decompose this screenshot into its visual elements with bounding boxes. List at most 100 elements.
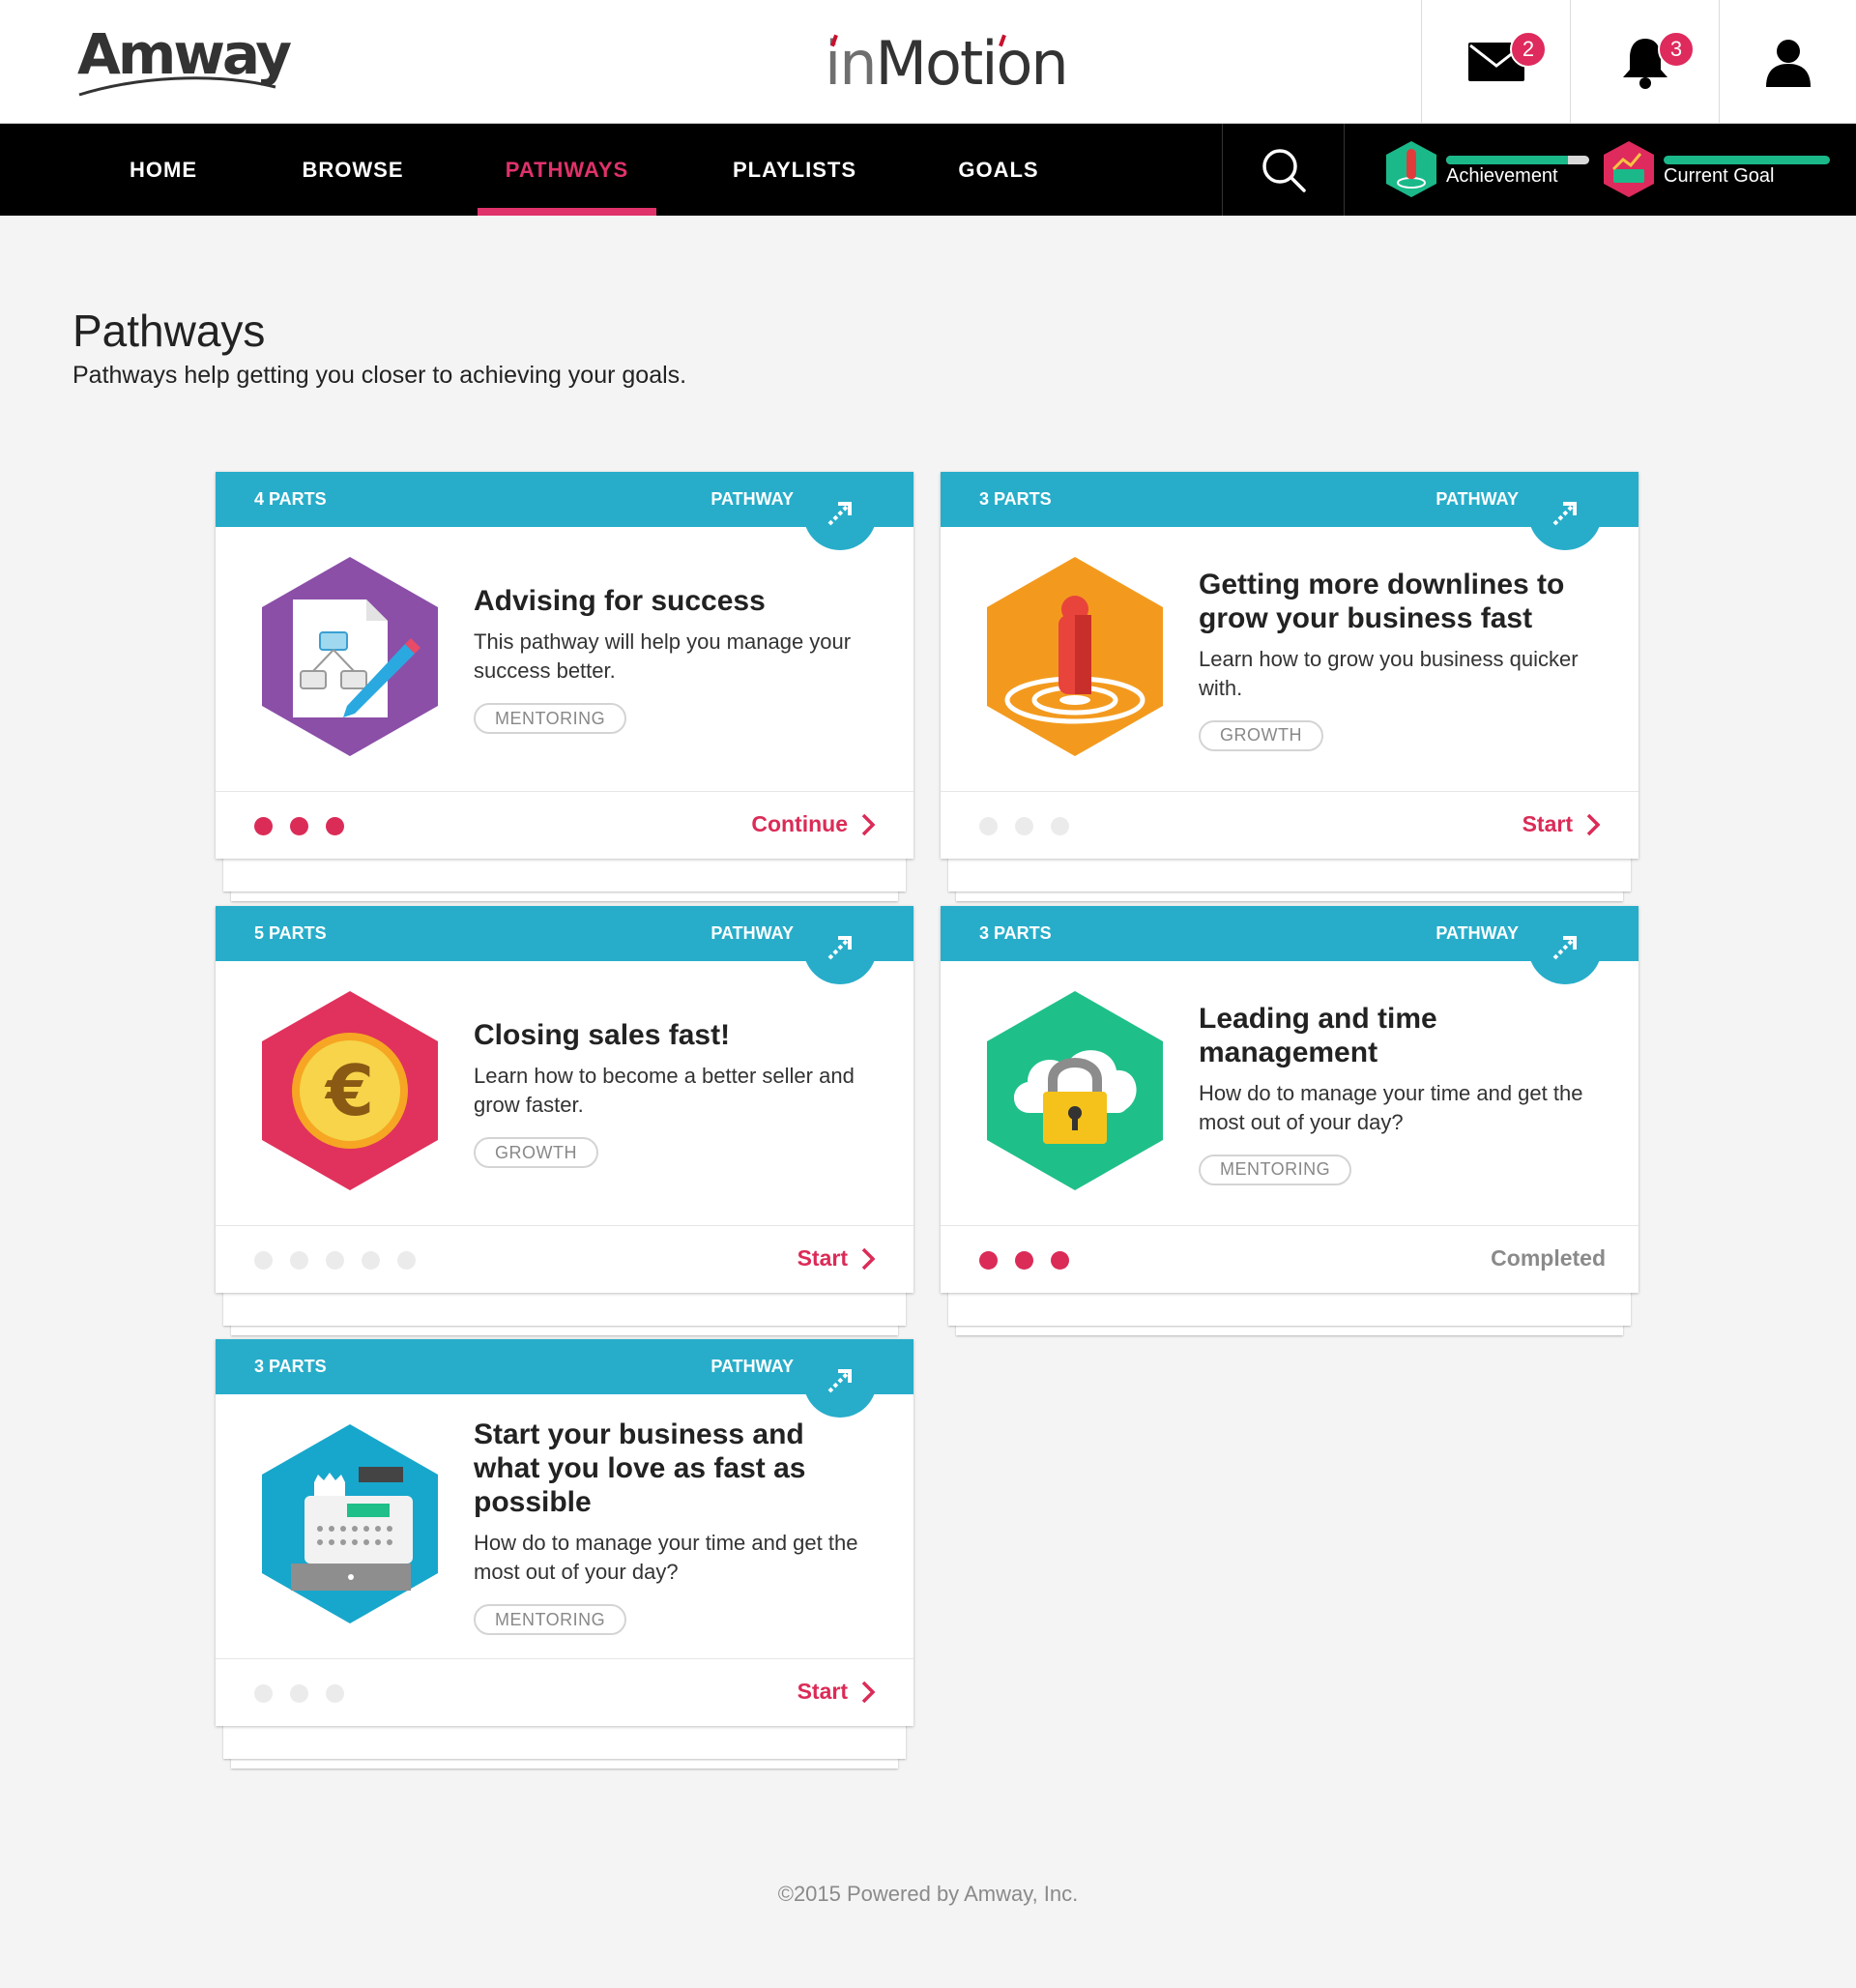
card-action-label: Start bbox=[797, 1245, 848, 1271]
card-parts-count: 3 PARTS bbox=[979, 923, 1052, 943]
pathway-card[interactable]: 5 PARTS PATHWAY € Closing sales fast! Le… bbox=[216, 906, 914, 1293]
card-category-tag[interactable]: MENTORING bbox=[474, 1604, 627, 1635]
pathway-card-2: 5 PARTS PATHWAY € Closing sales fast! Le… bbox=[216, 906, 914, 1335]
progress-dots bbox=[979, 817, 1069, 835]
search-button[interactable] bbox=[1223, 124, 1344, 216]
page-title: Pathways bbox=[72, 306, 266, 356]
progress-dot bbox=[979, 1251, 998, 1270]
start-button[interactable]: Start bbox=[798, 1245, 875, 1272]
pathway-card[interactable]: 3 PARTS PATHWAY Getting more downlines t… bbox=[941, 472, 1638, 859]
person-on-target-icon bbox=[987, 557, 1163, 756]
card-body: Leading and time management How do to ma… bbox=[1199, 906, 1595, 1225]
chevron-right-icon bbox=[861, 1681, 875, 1703]
card-title: Start your business and what you love as… bbox=[474, 1418, 806, 1518]
top-header: Amway inMotion 2 3 bbox=[0, 0, 1856, 124]
page-subtitle: Pathways help getting you closer to achi… bbox=[72, 362, 687, 389]
progress-dot bbox=[326, 817, 344, 835]
card-category-tag[interactable]: MENTORING bbox=[474, 703, 627, 734]
card-footer: Continue bbox=[216, 791, 914, 859]
card-parts-count: 3 PARTS bbox=[979, 489, 1052, 509]
card-description: Learn how to become a better seller and … bbox=[474, 1064, 855, 1117]
achievement-progress-bar bbox=[1446, 156, 1589, 164]
pathway-card-0: 4 PARTS PATHWAY Advising for success Thi… bbox=[216, 472, 914, 901]
card-action-label: Start bbox=[797, 1679, 848, 1704]
nav-pathways[interactable]: PATHWAYS bbox=[478, 124, 656, 216]
messages-count-badge: 2 bbox=[1510, 31, 1547, 68]
progress-dot bbox=[1051, 817, 1069, 835]
messages-button[interactable]: 2 bbox=[1421, 0, 1570, 123]
card-description: This pathway will help you manage your s… bbox=[474, 629, 852, 683]
card-body: Start your business and what you love as… bbox=[474, 1339, 870, 1658]
nav-divider bbox=[1344, 124, 1345, 216]
document-flowchart-pencil-icon bbox=[262, 557, 438, 756]
current-goal-badge-icon bbox=[1604, 141, 1654, 197]
amway-logo[interactable]: Amway bbox=[77, 23, 292, 97]
footer-copyright: ©2015 Powered by Amway, Inc. bbox=[777, 1882, 1079, 1906]
achievement-progress-fill bbox=[1446, 156, 1568, 164]
progress-dots bbox=[979, 1251, 1069, 1270]
achievement-badge-icon bbox=[1386, 141, 1436, 197]
search-icon bbox=[1262, 148, 1306, 192]
achievement-label: Achievement bbox=[1446, 164, 1558, 187]
main-nav: HOME BROWSE PATHWAYS PLAYLISTS GOALS bbox=[0, 124, 1856, 216]
card-parts-count: 3 PARTS bbox=[254, 1357, 327, 1376]
card-parts-count: 5 PARTS bbox=[254, 923, 327, 943]
nav-browse[interactable]: BROWSE bbox=[290, 124, 416, 216]
progress-dot bbox=[979, 817, 998, 835]
card-body: Getting more downlines to grow your busi… bbox=[1199, 472, 1595, 791]
pathway-card[interactable]: 3 PARTS PATHWAY Leading and time managem… bbox=[941, 906, 1638, 1293]
card-footer: Start bbox=[941, 791, 1638, 859]
progress-dot bbox=[290, 1251, 308, 1270]
card-category-tag[interactable]: GROWTH bbox=[474, 1137, 598, 1168]
nav-home[interactable]: HOME bbox=[114, 124, 213, 216]
current-goal-progress[interactable]: Current Goal bbox=[1602, 138, 1830, 200]
svg-text:€: € bbox=[324, 1050, 374, 1131]
card-action-label: Continue bbox=[751, 811, 848, 836]
card-footer: Start bbox=[216, 1658, 914, 1726]
progress-dot bbox=[254, 1251, 273, 1270]
euro-coin-icon: € bbox=[262, 991, 438, 1190]
completed-status: Completed bbox=[1491, 1245, 1606, 1271]
pathway-card-3: 3 PARTS PATHWAY Leading and time managem… bbox=[941, 906, 1638, 1335]
card-title: Leading and time management bbox=[1199, 1002, 1437, 1068]
progress-dot bbox=[362, 1251, 380, 1270]
card-footer: Start bbox=[216, 1225, 914, 1293]
nav-goals[interactable]: GOALS bbox=[950, 124, 1047, 216]
chevron-right-icon bbox=[1586, 813, 1600, 835]
notifications-button[interactable]: 3 bbox=[1570, 0, 1719, 123]
progress-dot bbox=[254, 1684, 273, 1703]
card-title: Closing sales fast! bbox=[474, 1019, 731, 1051]
current-goal-progress-bar bbox=[1664, 156, 1830, 164]
notifications-count-badge: 3 bbox=[1658, 31, 1695, 68]
chevron-right-icon bbox=[861, 813, 875, 835]
pathway-card[interactable]: 3 PARTS PATHWAY Start your business and … bbox=[216, 1339, 914, 1726]
progress-dot bbox=[397, 1251, 416, 1270]
progress-dot bbox=[1015, 1251, 1033, 1270]
pathway-card[interactable]: 4 PARTS PATHWAY Advising for success Thi… bbox=[216, 472, 914, 859]
continue-button[interactable]: Continue bbox=[751, 811, 875, 837]
achievement-progress[interactable]: Achievement bbox=[1384, 138, 1589, 200]
amway-swoosh-icon bbox=[78, 76, 276, 97]
inmotion-logo: inMotion bbox=[825, 25, 1069, 102]
card-description: Learn how to grow you business quicker w… bbox=[1199, 646, 1579, 700]
chevron-right-icon bbox=[861, 1247, 875, 1270]
current-goal-progress-fill bbox=[1664, 156, 1830, 164]
current-goal-label: Current Goal bbox=[1664, 164, 1775, 187]
card-description: How do to manage your time and get the m… bbox=[474, 1531, 858, 1584]
progress-dot bbox=[326, 1684, 344, 1703]
nav-playlists[interactable]: PLAYLISTS bbox=[727, 124, 862, 216]
cash-register-icon bbox=[262, 1424, 438, 1623]
start-button[interactable]: Start bbox=[1522, 811, 1600, 837]
card-body: Advising for success This pathway will h… bbox=[474, 472, 870, 791]
user-icon bbox=[1765, 39, 1811, 87]
pathway-card-4: 3 PARTS PATHWAY Start your business and … bbox=[216, 1339, 914, 1769]
progress-dots bbox=[254, 817, 344, 835]
start-button[interactable]: Start bbox=[798, 1679, 875, 1705]
card-action-label: Start bbox=[1522, 811, 1573, 836]
card-category-tag[interactable]: MENTORING bbox=[1199, 1154, 1352, 1185]
card-body: Closing sales fast! Learn how to become … bbox=[474, 906, 870, 1225]
profile-button[interactable] bbox=[1719, 0, 1856, 123]
cloud-padlock-icon bbox=[987, 991, 1163, 1190]
progress-dot bbox=[290, 1684, 308, 1703]
card-category-tag[interactable]: GROWTH bbox=[1199, 719, 1323, 751]
